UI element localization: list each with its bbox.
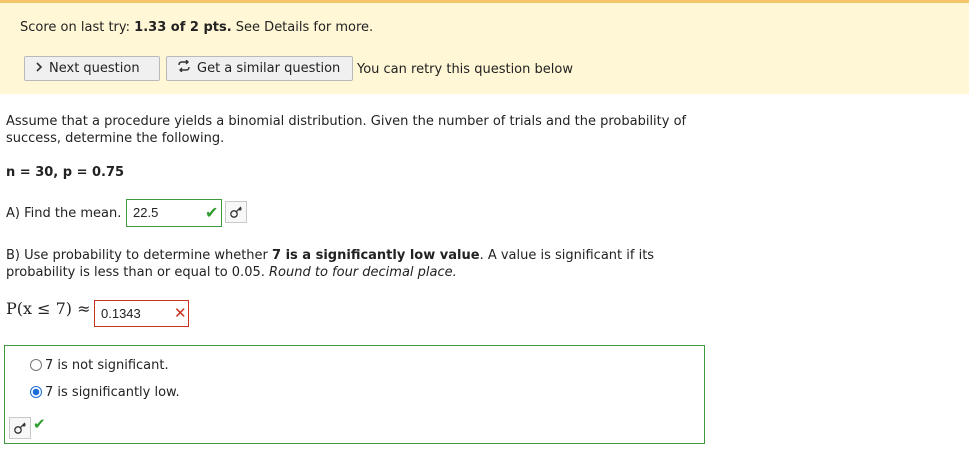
score-suffix: See Details for more. — [235, 20, 374, 35]
question-intro: Assume that a procedure yields a binomia… — [6, 114, 687, 146]
part-a-label: A) Find the mean. — [6, 206, 122, 221]
score-summary: Score on last try: 1.33 of 2 pts. See De… — [20, 20, 373, 35]
chevron-right-icon — [35, 57, 43, 80]
key-icon[interactable] — [225, 201, 247, 223]
check-icon: ✔ — [205, 203, 219, 222]
score-banner: Score on last try: 1.33 of 2 pts. See De… — [0, 0, 969, 94]
retry-hint: You can retry this question below — [357, 62, 573, 77]
check-icon: ✔ — [33, 415, 46, 433]
radio-significantly-low[interactable] — [30, 386, 42, 398]
key-icon[interactable] — [9, 417, 31, 439]
radio-not-significant[interactable] — [30, 359, 42, 371]
similar-question-button[interactable]: Get a similar question — [166, 56, 353, 81]
next-question-label: Next question — [49, 61, 140, 76]
next-question-button[interactable]: Next question — [24, 56, 160, 81]
part-b-prefix: B) Use probability to determine whether — [6, 248, 273, 263]
part-b-bold: 7 is a significantly low value — [272, 248, 480, 263]
part-b-rounding: Round to four decimal place. — [269, 265, 457, 280]
similar-question-label: Get a similar question — [197, 61, 341, 76]
choice-significantly-low[interactable]: 7 is significantly low. — [30, 385, 180, 400]
part-b-text: B) Use probability to determine whether … — [6, 247, 706, 281]
significance-choice-group: 7 is not significant. 7 is significantly… — [4, 345, 705, 444]
refresh-icon — [177, 57, 191, 80]
question-params: n = 30, p = 0.75 — [6, 165, 125, 180]
cross-icon: ✕ — [174, 304, 187, 322]
choice-not-significant[interactable]: 7 is not significant. — [30, 358, 169, 373]
choice-label: 7 is significantly low. — [45, 385, 180, 400]
score-prefix: Score on last try: — [20, 20, 131, 35]
choice-label: 7 is not significant. — [45, 358, 169, 373]
probability-expression: P(x ≤ 7) ≈ — [6, 299, 91, 318]
score-value: 1.33 of 2 pts. — [134, 20, 232, 35]
